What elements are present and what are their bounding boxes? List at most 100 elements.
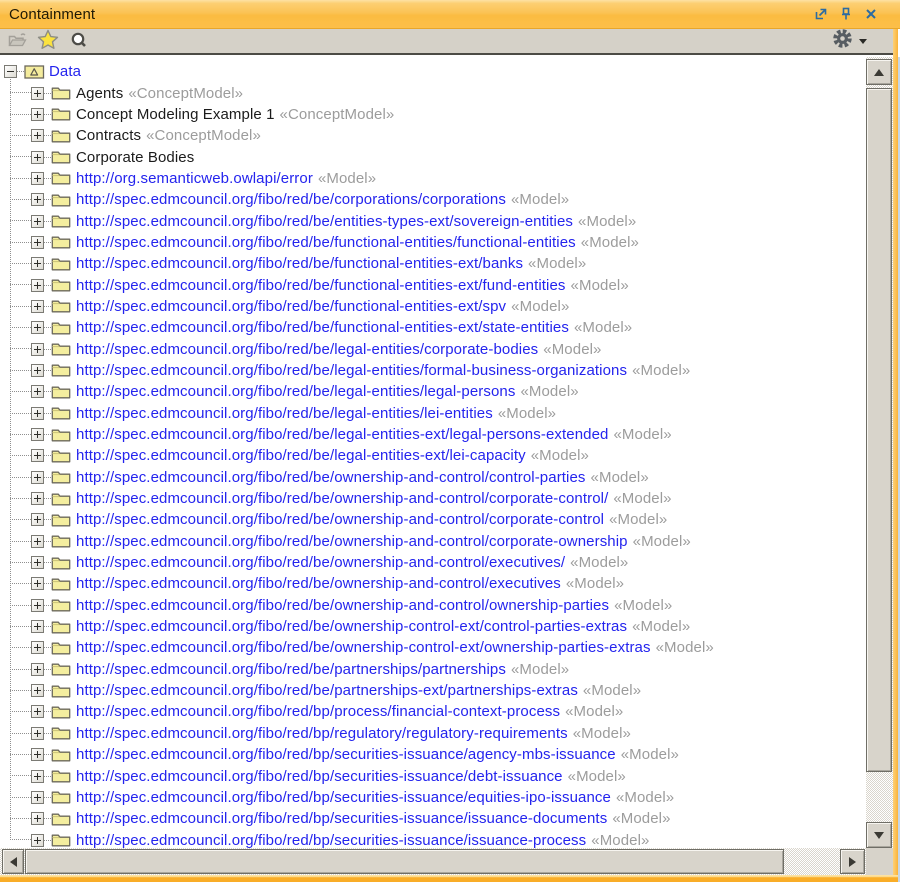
expand-toggle-icon[interactable] <box>31 257 44 270</box>
expand-toggle-icon[interactable] <box>31 172 44 185</box>
expand-toggle-icon[interactable] <box>31 748 44 761</box>
expand-toggle-icon[interactable] <box>31 705 44 718</box>
tree-node-label[interactable]: http://spec.edmcouncil.org/fibo/red/be/o… <box>76 533 628 550</box>
tree-row: http://spec.edmcouncil.org/fibo/red/bp/s… <box>0 808 866 829</box>
tree-node-label[interactable]: http://spec.edmcouncil.org/fibo/red/be/l… <box>76 426 608 443</box>
tree-connector <box>10 583 31 584</box>
expand-toggle-icon[interactable] <box>31 471 44 484</box>
expand-toggle-icon[interactable] <box>31 834 44 847</box>
favorites-button[interactable] <box>37 31 59 51</box>
expand-toggle-icon[interactable] <box>31 663 44 676</box>
expand-toggle-icon[interactable] <box>31 684 44 697</box>
tree-node-label[interactable]: http://spec.edmcouncil.org/fibo/red/be/f… <box>76 319 569 336</box>
expand-toggle-icon[interactable] <box>31 620 44 633</box>
vertical-scrollbar[interactable] <box>866 57 893 848</box>
expand-toggle-icon[interactable] <box>31 129 44 142</box>
expand-toggle-icon[interactable] <box>31 343 44 356</box>
expand-toggle-icon[interactable] <box>31 599 44 612</box>
tree-node-label[interactable]: http://spec.edmcouncil.org/fibo/red/be/o… <box>76 575 561 592</box>
expand-toggle-icon[interactable] <box>31 279 44 292</box>
tree-node-label[interactable]: http://spec.edmcouncil.org/fibo/red/be/l… <box>76 447 526 464</box>
expand-toggle-icon[interactable] <box>31 556 44 569</box>
vscroll-thumb[interactable] <box>866 88 892 772</box>
tree-node-label[interactable]: http://spec.edmcouncil.org/fibo/red/be/o… <box>76 618 627 635</box>
expand-toggle-icon[interactable] <box>31 407 44 420</box>
tree-node-label[interactable]: http://org.semanticweb.owlapi/error <box>76 170 313 187</box>
tree-node-label[interactable]: Agents <box>76 85 123 102</box>
expand-toggle-icon[interactable] <box>31 300 44 313</box>
pin-icon[interactable] <box>838 6 854 22</box>
search-button[interactable] <box>68 31 90 51</box>
scroll-up-button[interactable] <box>866 59 892 85</box>
tree-node-label[interactable]: http://spec.edmcouncil.org/fibo/red/bp/s… <box>76 768 563 785</box>
tree-connector <box>44 647 51 648</box>
tree-node-label[interactable]: http://spec.edmcouncil.org/fibo/red/be/o… <box>76 597 609 614</box>
tree-node-label[interactable]: http://spec.edmcouncil.org/fibo/red/be/f… <box>76 298 506 315</box>
containment-tree[interactable]: Data Agents«ConceptModel» Concept Modeling… <box>0 57 866 848</box>
tree-row: http://spec.edmcouncil.org/fibo/red/be/o… <box>0 552 866 573</box>
tree-node-label[interactable]: http://spec.edmcouncil.org/fibo/red/be/o… <box>76 554 565 571</box>
expand-toggle-icon[interactable] <box>31 236 44 249</box>
tree-node-label[interactable]: http://spec.edmcouncil.org/fibo/red/bp/s… <box>76 789 611 806</box>
expand-toggle-icon[interactable] <box>31 577 44 590</box>
tree-row: Agents«ConceptModel» <box>0 82 866 103</box>
expand-toggle-icon[interactable] <box>31 791 44 804</box>
expand-toggle-icon[interactable] <box>31 727 44 740</box>
tree-node-label[interactable]: http://spec.edmcouncil.org/fibo/red/bp/s… <box>76 810 607 827</box>
expand-toggle-icon[interactable] <box>31 492 44 505</box>
tree-node-label[interactable]: Concept Modeling Example 1 <box>76 106 275 123</box>
expand-toggle-icon[interactable] <box>31 215 44 228</box>
tree-node-label[interactable]: http://spec.edmcouncil.org/fibo/red/be/l… <box>76 383 515 400</box>
expand-toggle-icon[interactable] <box>31 108 44 121</box>
tree-node-label[interactable]: http://spec.edmcouncil.org/fibo/red/be/l… <box>76 341 538 358</box>
scroll-left-button[interactable] <box>2 849 24 874</box>
tree-node-label[interactable]: http://spec.edmcouncil.org/fibo/red/be/o… <box>76 469 586 486</box>
tree-node-label[interactable]: http://spec.edmcouncil.org/fibo/red/be/f… <box>76 255 523 272</box>
tree-node-label[interactable]: http://spec.edmcouncil.org/fibo/red/be/c… <box>76 191 506 208</box>
tree-connector <box>10 605 31 606</box>
tree-node-label[interactable]: Contracts <box>76 127 141 144</box>
expand-toggle-icon[interactable] <box>31 770 44 783</box>
expand-toggle-icon[interactable] <box>31 193 44 206</box>
expand-toggle-icon[interactable] <box>31 513 44 526</box>
expand-toggle-icon[interactable] <box>31 385 44 398</box>
expand-toggle-icon[interactable] <box>31 812 44 825</box>
tree-node-label[interactable]: http://spec.edmcouncil.org/fibo/red/be/l… <box>76 362 627 379</box>
hscroll-thumb[interactable] <box>25 849 784 874</box>
float-icon[interactable] <box>813 6 829 22</box>
tree-node-label[interactable]: http://spec.edmcouncil.org/fibo/red/bp/s… <box>76 832 586 848</box>
tree-node-label[interactable]: http://spec.edmcouncil.org/fibo/red/be/p… <box>76 682 578 699</box>
expand-toggle-icon[interactable] <box>31 364 44 377</box>
close-icon[interactable] <box>863 6 879 22</box>
scroll-right-button[interactable] <box>840 849 865 874</box>
package-folder-icon <box>51 383 72 400</box>
tree-node-label[interactable]: http://spec.edmcouncil.org/fibo/red/be/o… <box>76 639 651 656</box>
expand-toggle-icon[interactable] <box>31 641 44 654</box>
tree-connector <box>44 370 51 371</box>
tree-node-label[interactable]: http://spec.edmcouncil.org/fibo/red/be/p… <box>76 661 506 678</box>
scroll-down-button[interactable] <box>866 822 892 848</box>
expand-toggle-icon[interactable] <box>31 428 44 441</box>
options-button[interactable] <box>832 28 867 54</box>
horizontal-scrollbar[interactable] <box>0 848 866 875</box>
tree-node-label[interactable]: http://spec.edmcouncil.org/fibo/red/be/f… <box>76 277 566 294</box>
tree-node-label[interactable]: http://spec.edmcouncil.org/fibo/red/be/f… <box>76 234 576 251</box>
tree-node-label[interactable]: http://spec.edmcouncil.org/fibo/red/be/l… <box>76 405 493 422</box>
tree-node-label[interactable]: http://spec.edmcouncil.org/fibo/red/bp/r… <box>76 725 568 742</box>
tree-node-label[interactable]: http://spec.edmcouncil.org/fibo/red/be/o… <box>76 511 604 528</box>
tree-node-label[interactable]: http://spec.edmcouncil.org/fibo/red/bp/p… <box>76 703 560 720</box>
tree-node-label[interactable]: http://spec.edmcouncil.org/fibo/red/be/o… <box>76 490 608 507</box>
expand-toggle-icon[interactable] <box>31 449 44 462</box>
tree-node-label[interactable]: Data <box>49 63 81 80</box>
tree-node-label[interactable]: Corporate Bodies <box>76 149 194 166</box>
collapse-toggle-icon[interactable] <box>4 65 17 78</box>
tree-node-label[interactable]: http://spec.edmcouncil.org/fibo/red/bp/s… <box>76 746 616 763</box>
arrow-right-icon <box>849 857 856 867</box>
expand-toggle-icon[interactable] <box>31 151 44 164</box>
expand-toggle-icon[interactable] <box>31 87 44 100</box>
expand-toggle-icon[interactable] <box>31 321 44 334</box>
open-button[interactable] <box>6 31 28 51</box>
expand-toggle-icon[interactable] <box>31 535 44 548</box>
package-folder-icon <box>51 639 72 656</box>
tree-node-label[interactable]: http://spec.edmcouncil.org/fibo/red/be/e… <box>76 213 573 230</box>
